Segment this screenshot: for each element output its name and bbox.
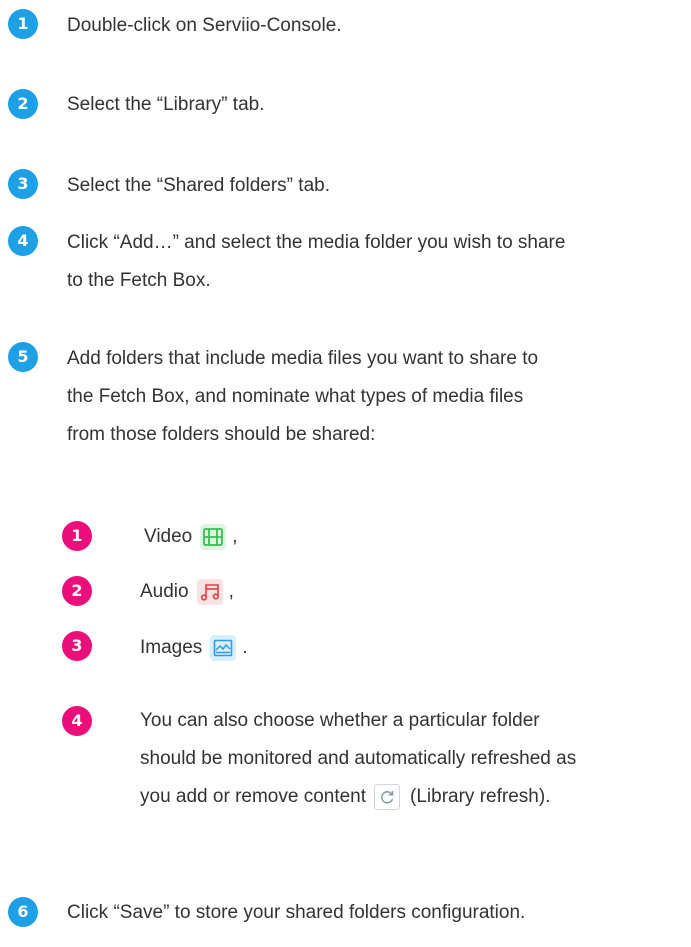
music-note-icon — [196, 579, 223, 605]
step-3-badge: 3 — [8, 169, 38, 199]
substep-4-line-3: you add or remove content (Library refre… — [140, 778, 576, 816]
step-1-badge: 1 — [8, 9, 38, 39]
step-6-text: Click “Save” to store your shared folder… — [67, 902, 526, 923]
substep-4-badge: 4 — [62, 706, 92, 736]
step-4-text: Click “Add…” and select the media folder… — [67, 224, 565, 300]
step-5-text: Add folders that include media files you… — [67, 340, 538, 454]
step-5-line-3: from those folders should be shared: — [67, 424, 376, 445]
substep-1-text: Video , — [144, 518, 238, 556]
substep-4-text: You can also choose whether a particular… — [140, 702, 576, 816]
image-icon — [210, 635, 237, 661]
step-3-text: Select the “Shared folders” tab. — [67, 175, 330, 196]
step-2-text: Select the “Library” tab. — [67, 94, 265, 115]
substep-4-line-2: should be monitored and automatically re… — [140, 748, 577, 769]
substep-4-line-1: You can also choose whether a particular… — [140, 710, 540, 731]
images-suffix: . — [242, 637, 248, 658]
substep-4-line-3-after: (Library refresh). — [410, 786, 551, 807]
step-5-line-1: Add folders that include media files you… — [67, 348, 539, 369]
substep-3-text: Images . — [140, 629, 248, 667]
video-suffix: , — [232, 526, 238, 547]
video-label: Video — [144, 526, 193, 547]
step-4-badge: 4 — [8, 226, 38, 256]
audio-label: Audio — [140, 581, 189, 602]
step-2-badge: 2 — [8, 89, 38, 119]
audio-suffix: , — [228, 581, 234, 602]
substep-2-badge: 2 — [62, 576, 92, 606]
step-4-line-1: Click “Add…” and select the media folder… — [67, 232, 566, 253]
substep-2-text: Audio , — [140, 573, 234, 611]
substep-4-line-3-before: you add or remove content — [140, 786, 367, 807]
substep-1-badge: 1 — [62, 521, 92, 551]
refresh-icon — [374, 784, 401, 810]
film-icon — [200, 524, 227, 550]
step-5-badge: 5 — [8, 342, 38, 372]
step-4-line-2: to the Fetch Box. — [67, 270, 211, 291]
step-1-text: Double-click on Serviio-Console. — [67, 15, 342, 36]
step-6-badge: 6 — [8, 897, 38, 927]
substep-3-badge: 3 — [62, 631, 92, 661]
step-5-line-2: the Fetch Box, and nominate what types o… — [67, 386, 524, 407]
images-label: Images — [140, 637, 203, 658]
